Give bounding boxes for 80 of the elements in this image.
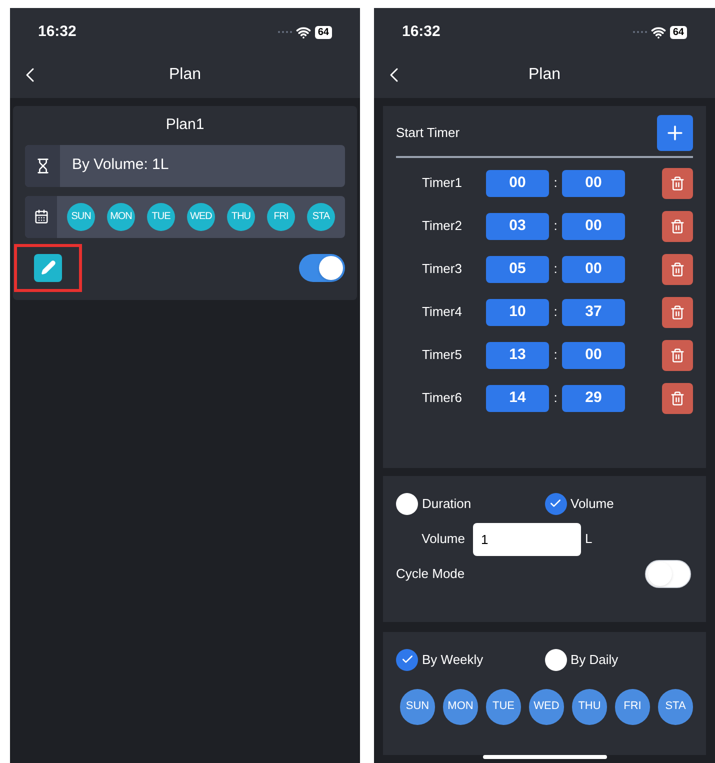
battery-level: 64 [314,26,332,38]
mode-summary: By Volume: 1L [71,155,170,176]
delete-button[interactable] [662,210,693,242]
wifi-icon [296,24,311,40]
timer-label: Timer6 [421,389,463,408]
time-separator: : [552,174,558,192]
day-chip[interactable]: TUE [486,688,521,725]
delete-button[interactable] [662,340,693,370]
delete-button[interactable] [662,382,693,414]
day-chip[interactable]: SUN [67,202,95,230]
time-separator: : [552,389,558,408]
day-chip[interactable]: STA [307,202,335,230]
cycle-mode-label: Cycle Mode [396,564,465,583]
minute-field[interactable]: 00 [562,256,625,282]
day-chip[interactable]: FRI [267,202,295,230]
time-separator: : [552,346,558,364]
time-separator: : [552,303,558,322]
battery-level: 64 [670,26,687,38]
trash-icon [670,390,685,406]
minute-field[interactable]: 29 [562,384,625,412]
day-chip[interactable]: THU [227,202,255,230]
add-button[interactable] [657,115,693,151]
time-separator: : [552,217,558,236]
field-label: Volume [420,530,466,548]
radio-label: By Daily [570,650,618,669]
calendar-icon [34,209,48,224]
day-chip[interactable]: MON [107,202,135,230]
timer-label: Timer5 [421,346,463,364]
timer-label: Timer2 [421,217,463,236]
time-separator: : [552,260,558,278]
hour-field[interactable]: 10 [486,298,549,326]
delete-button[interactable] [662,296,693,328]
toggle-switch[interactable] [299,254,345,282]
hourglass-icon [34,158,50,174]
radio-button[interactable] [544,648,566,671]
status-time: 16:32 [402,22,440,42]
trash-icon [670,348,685,362]
edit-button[interactable] [34,254,62,282]
day-chip[interactable]: STA [658,688,693,725]
hour-field[interactable]: 00 [486,170,549,196]
minute-field[interactable]: 00 [562,170,625,196]
radio-button[interactable] [396,648,418,671]
hour-field[interactable]: 14 [486,384,549,412]
day-chip[interactable]: THU [572,688,607,725]
radio-label: Volume [570,494,614,513]
wifi-icon [650,24,666,40]
nav-title: Plan [168,65,202,85]
timer-label: Timer4 [421,303,463,322]
radio-button[interactable] [396,492,418,515]
toggle-switch[interactable] [645,560,691,588]
trash-icon [670,304,685,320]
hour-field[interactable]: 03 [486,212,549,240]
section-title: Start Timer [396,124,460,142]
day-chip[interactable]: SUN [400,688,435,725]
day-chip[interactable]: TUE [147,202,175,230]
minute-field[interactable]: 00 [562,342,625,368]
trash-icon [670,176,685,190]
status-time: 16:32 [38,22,76,42]
minute-field[interactable]: 37 [562,298,625,326]
day-chip[interactable]: WED [529,688,564,725]
radio-label: By Weekly [422,650,484,669]
day-chip[interactable]: WED [187,202,215,230]
day-chip[interactable]: FRI [615,688,650,725]
nav-title: Plan [528,65,561,85]
day-chip[interactable]: MON [443,688,478,725]
unit-label: L [585,530,592,548]
trash-icon [670,262,685,276]
trash-icon [670,218,685,234]
delete-button[interactable] [662,254,693,284]
delete-button[interactable] [662,168,693,198]
timer-label: Timer1 [421,174,463,192]
radio-button[interactable] [544,492,566,515]
plan-title: Plan1 [166,115,204,135]
minute-field[interactable]: 00 [562,212,625,240]
hour-field[interactable]: 05 [486,256,549,282]
pencil-icon [40,260,56,275]
timer-label: Timer3 [421,260,463,278]
volume-input[interactable]: 1 [473,522,581,556]
radio-label: Duration [422,494,472,513]
hour-field[interactable]: 13 [486,342,549,368]
